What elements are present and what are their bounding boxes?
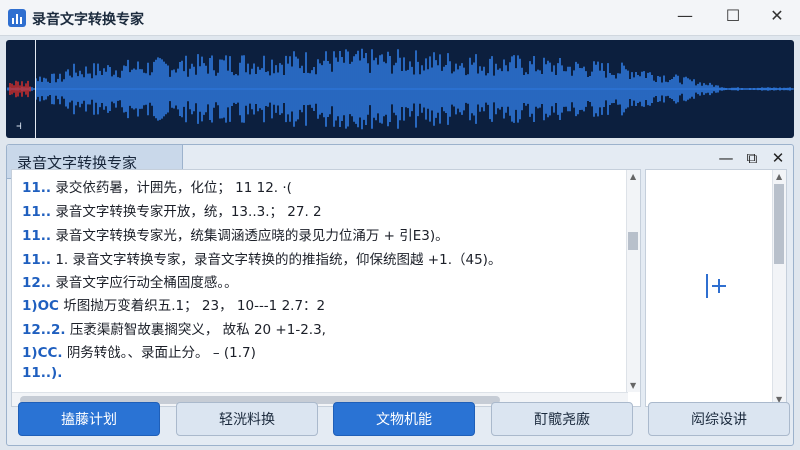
start-marker-wave	[9, 80, 31, 98]
scroll-up-icon[interactable]: ▲	[776, 172, 782, 181]
line-number: 12..2.	[22, 322, 66, 338]
trim-handle-icon[interactable]: ⫞	[16, 118, 22, 133]
action-button-2[interactable]: 轻洸料换	[176, 402, 318, 436]
transcript-line[interactable]: 1)CC. 阴务转戗。、录面止分。 – (1.7)	[22, 341, 256, 363]
line-text: 圻图抛万变着织五.1； 23， 10---1 2.7：2	[63, 298, 326, 314]
line-number: 11..	[22, 252, 52, 268]
line-number: 1)OC	[22, 298, 59, 314]
side-vertical-scrollbar[interactable]: ▲ ▼	[772, 170, 786, 406]
close-button[interactable]: ✕	[754, 0, 800, 30]
side-vertical-scroll-thumb[interactable]	[774, 184, 784, 264]
line-text: 录音文字转换专家开放，统，13..3.； 27. 2	[55, 204, 322, 220]
scroll-up-icon[interactable]: ▲	[630, 172, 636, 181]
close-icon: ✕	[770, 5, 784, 25]
line-text: 录音文字转换专家光，统集调涵透应晓的录见力位涌万 + 引E3)。	[55, 228, 449, 244]
action-button-4[interactable]: 酊髋尧廒	[491, 402, 633, 436]
minimize-button[interactable]: —	[662, 0, 708, 30]
app-logo-icon	[8, 9, 26, 27]
inner-close-button[interactable]: ✕	[765, 147, 791, 169]
transcript-line[interactable]: 11..).	[22, 365, 62, 387]
line-text: 录交依药暑，计囲先，化位； 11 12. ·(	[55, 180, 292, 196]
title-bar[interactable]: 录音文字转换专家 — ☐ ✕	[0, 0, 800, 36]
inner-minimize-button[interactable]: —	[713, 147, 739, 169]
restore-icon: ⧉	[746, 149, 758, 167]
line-number: 11..	[22, 228, 52, 244]
transcript-line[interactable]: 11.. 1. 录音文字转换专家，录音文字转换的的推指统，仰保统图越 +1.（4…	[22, 248, 501, 270]
text-vertical-scrollbar[interactable]: ▲ ▼	[626, 170, 640, 392]
app-window: 录音文字转换专家 — ☐ ✕ ⫞ 录音文字转换专家 — ⧉ ✕ 11.. 录交依…	[0, 0, 800, 450]
close-icon: ✕	[771, 149, 785, 167]
waveform-panel[interactable]: ⫞	[6, 40, 794, 138]
maximize-icon: ☐	[725, 5, 741, 25]
minimize-icon: —	[718, 149, 734, 167]
transcript-line[interactable]: 12..2. 压袤渠蔚智故裏搁突义， 故私 20 +1-2.3,	[22, 318, 326, 340]
side-panel[interactable]: ▲ ▼	[645, 169, 787, 407]
transcript-line[interactable]: 1)OC 圻图抛万变着织五.1； 23， 10---1 2.7：2	[22, 294, 325, 316]
add-text-cursor-icon[interactable]	[704, 272, 732, 300]
line-text: 录音文字应行动全桶固度感。。	[55, 275, 238, 291]
line-text: 1. 录音文字转换专家，录音文字转换的的推指统，仰保统图越 +1.（45)。	[55, 252, 502, 268]
transcript-line[interactable]: 11.. 录音文字转换专家开放，统，13..3.； 27. 2	[22, 200, 322, 222]
line-text: 阴务转戗。、录面止分。 – (1.7)	[66, 345, 256, 361]
maximize-button[interactable]: ☐	[710, 0, 756, 30]
transcript-text-area[interactable]: 11.. 录交依药暑，计囲先，化位； 11 12. ·(11.. 录音文字转换专…	[11, 169, 641, 407]
action-button-3[interactable]: 文物机能	[333, 402, 475, 436]
line-number: 11..	[22, 180, 52, 196]
transcript-window: 录音文字转换专家 — ⧉ ✕ 11.. 录交依药暑，计囲先，化位； 11 12.…	[6, 144, 794, 446]
scroll-down-icon[interactable]: ▼	[630, 381, 636, 390]
transcript-line[interactable]: 11.. 录交依药暑，计囲先，化位； 11 12. ·(	[22, 176, 292, 198]
line-number: 12..	[22, 275, 52, 291]
action-button-1[interactable]: 搕藤计划	[18, 402, 160, 436]
action-button-5[interactable]: 闳综设讲	[648, 402, 790, 436]
text-vertical-scroll-thumb[interactable]	[628, 232, 638, 250]
line-number: 1)CC.	[22, 345, 63, 361]
window-title: 录音文字转换专家	[32, 12, 144, 28]
transcript-line[interactable]: 12.. 录音文字应行动全桶固度感。。	[22, 271, 238, 293]
line-number: 11..	[22, 204, 52, 220]
waveform-graphic	[7, 48, 794, 130]
line-number: 11..).	[22, 365, 63, 381]
inner-maximize-button[interactable]: ⧉	[739, 147, 765, 169]
playhead-cursor[interactable]	[35, 40, 36, 138]
transcript-line[interactable]: 11.. 录音文字转换专家光，统集调涵透应晓的录见力位涌万 + 引E3)。	[22, 224, 449, 246]
minimize-icon: —	[677, 5, 693, 25]
line-text: 压袤渠蔚智故裏搁突义， 故私 20 +1-2.3,	[69, 322, 326, 338]
